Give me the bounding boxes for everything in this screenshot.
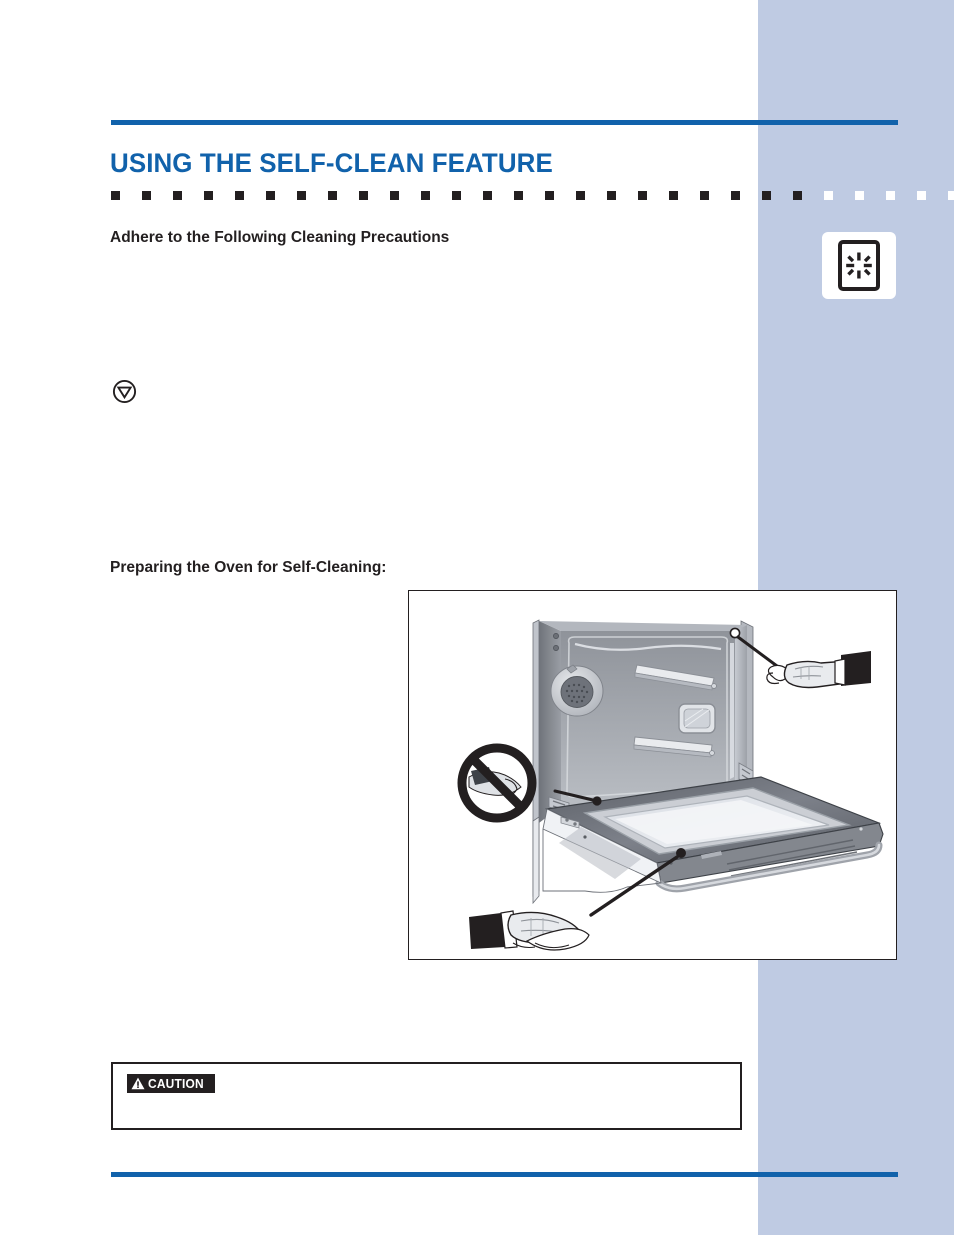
divider-dot [793, 191, 802, 200]
prohibition-paragraph [148, 379, 728, 519]
self-clean-burst-icon [838, 240, 880, 291]
divider-dot [731, 191, 740, 200]
oven-self-clean-diagram [457, 619, 884, 951]
divider-dot-light [917, 191, 926, 200]
oven-illustration-frame [408, 590, 897, 960]
caution-tag: CAUTION [127, 1074, 215, 1093]
precautions-paragraph [110, 262, 730, 362]
do-not-clean-gasket-symbol [457, 743, 537, 823]
divider-dot-light [824, 191, 833, 200]
divider-dot [452, 191, 461, 200]
divider-dot [700, 191, 709, 200]
divider-dot [111, 191, 120, 200]
divider-dot [235, 191, 244, 200]
divider-dot-light [948, 191, 954, 200]
divider-dot [483, 191, 492, 200]
dotted-divider [111, 191, 954, 200]
do-not-triangle-icon [112, 379, 137, 404]
callout-point-do-not-gasket [592, 796, 602, 806]
warning-triangle-icon [131, 1077, 145, 1090]
divider-dot [390, 191, 399, 200]
heading-preparing-oven: Preparing the Oven for Self-Cleaning: [110, 559, 387, 576]
hand-with-cloth-upper [766, 651, 871, 689]
divider-dot [638, 191, 647, 200]
divider-dot [669, 191, 678, 200]
divider-dot [297, 191, 306, 200]
preparing-paragraph [110, 592, 390, 892]
divider-dot-light [886, 191, 895, 200]
caution-label: CAUTION [148, 1076, 204, 1091]
manual-page: USING THE SELF-CLEAN FEATURE Adhere to t… [0, 0, 954, 1235]
divider-dot [173, 191, 182, 200]
divider-dot [142, 191, 151, 200]
divider-dot [421, 191, 430, 200]
divider-dot-light [855, 191, 864, 200]
divider-dot [545, 191, 554, 200]
divider-dot [204, 191, 213, 200]
caution-callout-box: CAUTION [111, 1062, 742, 1130]
heading-cleaning-precautions: Adhere to the Following Cleaning Precaut… [110, 229, 450, 246]
divider-dot [266, 191, 275, 200]
hand-with-cloth-lower [469, 910, 590, 951]
top-accent-rule [111, 120, 898, 125]
divider-dot [576, 191, 585, 200]
bottom-accent-rule [111, 1172, 898, 1177]
divider-dot [359, 191, 368, 200]
self-clean-feature-badge [822, 232, 896, 299]
divider-dot [514, 191, 523, 200]
page-title: USING THE SELF-CLEAN FEATURE [110, 148, 553, 178]
divider-dot [607, 191, 616, 200]
divider-dot [328, 191, 337, 200]
divider-dot [762, 191, 771, 200]
